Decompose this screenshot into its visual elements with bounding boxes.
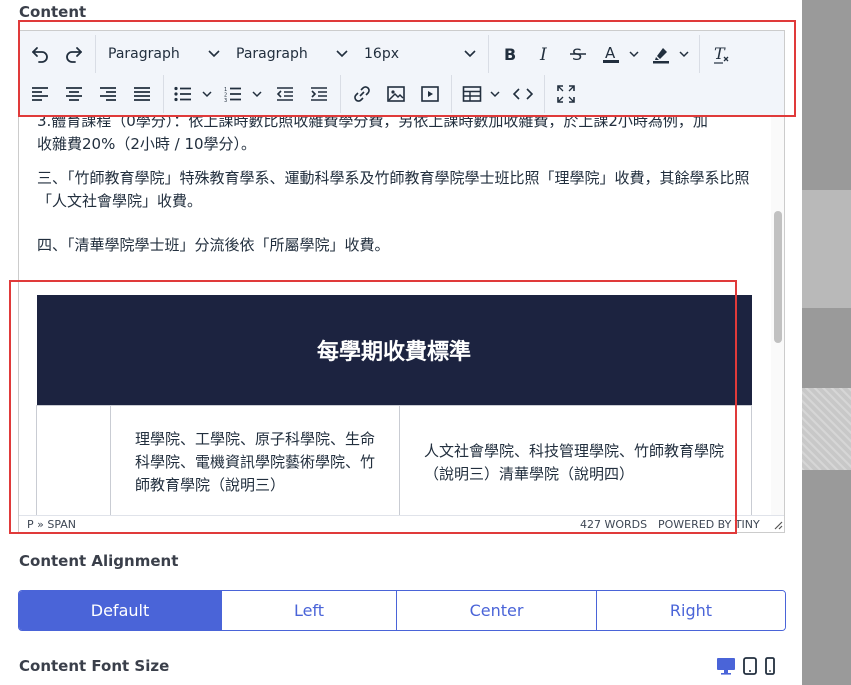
fullscreen-icon[interactable] <box>549 78 583 110</box>
align-center-icon[interactable] <box>57 78 91 110</box>
bullet-list-icon <box>174 86 191 102</box>
media-icon[interactable] <box>413 78 447 110</box>
editor-toolbar: Paragraph Paragraph 16px B I S A T 1 2 3 <box>19 31 784 117</box>
mobile-icon[interactable] <box>764 657 776 675</box>
table-header-row: 每學期收費標準 <box>36 295 752 405</box>
insert-group <box>341 75 452 113</box>
backdrop-panel <box>802 190 851 308</box>
clear-format-icon[interactable]: T <box>704 38 738 70</box>
element-path[interactable]: P » SPAN <box>27 518 76 531</box>
undo-icon[interactable] <box>23 38 57 70</box>
paragraph-line: 3.體育課程（0學分）：依上課時數比照收雜費學分費，另依上課時數加收雜費，於上課… <box>37 117 708 130</box>
align-group <box>19 75 164 113</box>
svg-text:3: 3 <box>224 98 227 102</box>
fee-table[interactable]: 每學期收費標準 理學院、工學院、原子科學院、生命科學院、電機資訊學院藝術學院、竹… <box>36 295 752 515</box>
tablet-icon[interactable] <box>742 657 758 675</box>
rich-text-editor[interactable]: Paragraph Paragraph 16px B I S A T 1 2 3… <box>18 30 785 533</box>
paragraph-line: 收雜費20%（2小時 / 10學分）。 <box>37 135 257 153</box>
paragraph-3: 三、「竹師教育學院」特殊教育學系、運動科學系及竹師教育學院學士班比照「理學院」收… <box>37 169 750 210</box>
redo-icon[interactable] <box>57 38 91 70</box>
text-color-button[interactable]: A <box>595 38 645 70</box>
device-switcher <box>716 657 776 675</box>
font-family-value: Paragraph <box>236 46 308 62</box>
paragraph-3-1: 3.體育課程（0學分）：依上課時數比照收雜費學分費，另依上課時數加收雜費，於上課… <box>37 117 757 156</box>
chevron-down-icon <box>490 90 500 97</box>
scroll-thumb[interactable] <box>774 211 782 343</box>
align-left-icon[interactable] <box>23 78 57 110</box>
table-button[interactable] <box>456 78 506 110</box>
chevron-down-icon <box>336 50 348 58</box>
modal-backdrop <box>802 0 851 685</box>
table-icon <box>462 86 482 102</box>
block-format-select[interactable]: Paragraph <box>100 38 228 70</box>
editor-scrollbar[interactable] <box>771 117 784 515</box>
table-row: 理學院、工學院、原子科學院、生命科學院、電機資訊學院藝術學院、竹師教育學院（說明… <box>36 404 752 515</box>
link-icon[interactable] <box>345 78 379 110</box>
strikethrough-icon[interactable]: S <box>561 38 595 70</box>
chevron-down-icon <box>464 50 476 58</box>
alignment-right-button[interactable]: Right <box>597 591 785 630</box>
justify-icon[interactable] <box>125 78 159 110</box>
italic-icon[interactable]: I <box>527 38 561 70</box>
numbered-list-button[interactable]: 123 <box>218 78 268 110</box>
alignment-center-button[interactable]: Center <box>397 591 597 630</box>
toolbar-row-1: Paragraph Paragraph 16px B I S A T <box>19 35 742 73</box>
toolbar-row-2: 123 <box>19 75 587 113</box>
svg-text:I: I <box>539 45 547 63</box>
chevron-down-icon <box>252 90 262 97</box>
chevron-down-icon <box>202 90 212 97</box>
content-alignment-label: Content Alignment <box>19 552 179 570</box>
resize-handle-icon[interactable] <box>773 520 783 530</box>
bold-icon[interactable]: B <box>493 38 527 70</box>
content-font-size-label: Content Font Size <box>19 657 170 675</box>
block-format-value: Paragraph <box>108 46 180 62</box>
desktop-icon[interactable] <box>716 657 736 675</box>
content-label: Content <box>19 3 87 21</box>
text-color-icon: A <box>603 44 619 63</box>
font-size-select[interactable]: 16px <box>356 38 484 70</box>
font-size-value: 16px <box>364 46 399 62</box>
backdrop-panel <box>802 388 851 470</box>
alignment-segmented-control: Default Left Center Right <box>18 590 786 631</box>
code-icon[interactable] <box>506 78 540 110</box>
svg-text:A: A <box>605 44 616 62</box>
table-cell[interactable]: 理學院、工學院、原子科學院、生命科學院、電機資訊學院藝術學院、竹師教育學院（說明… <box>110 404 400 515</box>
outdent-icon[interactable] <box>268 78 302 110</box>
chevron-down-icon <box>208 50 220 58</box>
clear-group: T <box>700 35 742 73</box>
image-icon[interactable] <box>379 78 413 110</box>
table-cell[interactable]: 人文社會學院、科技管理學院、竹師教育學院（說明三）清華學院（說明四） <box>399 404 752 515</box>
editor-statusbar: P » SPAN 427 WORDS POWERED BY TINY <box>19 515 784 532</box>
table-group <box>452 75 545 113</box>
alignment-left-button[interactable]: Left <box>222 591 397 630</box>
indent-icon[interactable] <box>302 78 336 110</box>
list-group: 123 <box>164 75 341 113</box>
paragraph-4: 四、「清華學院學士班」分流後依「所屬學院」收費。 <box>37 236 390 254</box>
format-group: Paragraph Paragraph 16px <box>96 35 489 73</box>
font-family-select[interactable]: Paragraph <box>228 38 356 70</box>
align-right-icon[interactable] <box>91 78 125 110</box>
highlight-button[interactable] <box>645 38 695 70</box>
table-cell[interactable] <box>36 404 111 515</box>
highlight-icon <box>653 48 669 64</box>
history-group <box>19 35 96 73</box>
svg-text:B: B <box>504 45 516 63</box>
view-group <box>545 75 587 113</box>
word-count[interactable]: 427 WORDS <box>580 518 647 531</box>
numbered-list-icon: 123 <box>224 87 241 102</box>
powered-by-link[interactable]: POWERED BY TINY <box>658 518 760 531</box>
style-group: B I S A <box>489 35 700 73</box>
chevron-down-icon <box>679 50 689 57</box>
bullet-list-button[interactable] <box>168 78 218 110</box>
alignment-default-button[interactable]: Default <box>19 591 222 630</box>
table-title: 每學期收費標準 <box>316 339 471 365</box>
editor-content[interactable]: 3.體育課程（0學分）：依上課時數比照收雜費學分費，另依上課時數加收雜費，於上課… <box>19 117 769 515</box>
chevron-down-icon <box>629 50 639 57</box>
